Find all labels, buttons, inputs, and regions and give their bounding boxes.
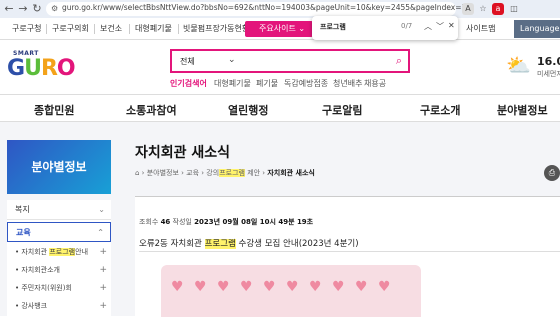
- site-info-icon[interactable]: ⚙: [51, 4, 58, 13]
- find-close-icon[interactable]: ✕: [448, 21, 455, 30]
- keyword-link[interactable]: 독감예방접종: [284, 78, 328, 89]
- main-sites-button[interactable]: 주요사이트 ⌄: [245, 21, 313, 37]
- link-guro-office[interactable]: 구로구청: [12, 23, 41, 34]
- language-button[interactable]: Language: [514, 20, 560, 38]
- forward-icon[interactable]: →: [16, 2, 30, 16]
- plus-icon: +: [99, 265, 107, 275]
- plus-icon: +: [99, 283, 107, 293]
- breadcrumb-item[interactable]: 교육: [186, 169, 199, 177]
- subitem-text: 자치회관: [21, 248, 50, 256]
- date-label: 작성일: [172, 218, 192, 226]
- nav-participation[interactable]: 소통과참여: [126, 102, 177, 118]
- link-bulky-waste[interactable]: 대형폐기물: [135, 23, 172, 34]
- search-icon[interactable]: ⌕: [396, 54, 402, 68]
- post-meta: 조회수 46 작성일 2023년 09월 08일 10시 49분 19초: [139, 217, 313, 227]
- extension-icon[interactable]: a: [492, 3, 504, 15]
- sitemap-link[interactable]: 사이트맵: [466, 23, 495, 34]
- subitem-text: 안내: [75, 248, 89, 256]
- divider: [139, 251, 560, 252]
- sidebar-menu: 복지 ⌄ 교육 ⌃ • 자치회관 프로그램안내 + • 자치회관소개 + • 주…: [7, 200, 111, 316]
- find-match-count: 0/7: [401, 22, 413, 30]
- find-bar: 프로그램 0/7 ︿ ﹀ ✕: [312, 16, 458, 40]
- post-title-text: 수강생 모집 안내(2023년 4분기): [235, 239, 359, 249]
- browser-toolbar: ← → ↻ ⚙ guro.go.kr/www/selectBbsNttView.…: [0, 0, 560, 18]
- weather-cloud-sun-icon: ⛅: [506, 53, 531, 77]
- find-previous-icon[interactable]: ︿: [424, 21, 432, 32]
- views-label: 조회수: [139, 218, 159, 226]
- divider: [129, 24, 130, 34]
- chevron-up-icon: ⌃: [97, 228, 104, 237]
- sidebar-subitem-program[interactable]: • 자치회관 프로그램안내 +: [15, 244, 111, 260]
- sidebar-title: 분야별정보: [7, 140, 111, 194]
- popular-keywords-label: 인기검색어: [170, 79, 207, 88]
- nav-open-admin[interactable]: 열린행정: [228, 102, 268, 118]
- post-date: 2023년 09월 08일 10시 49분 19초: [194, 218, 314, 226]
- address-bar[interactable]: ⚙ guro.go.kr/www/selectBbsNttView.do?bbs…: [46, 2, 466, 16]
- chevron-down-icon: ⌄: [98, 205, 105, 214]
- home-icon[interactable]: ⌂: [135, 169, 139, 177]
- print-icon[interactable]: ⎙: [544, 165, 560, 181]
- find-next-icon[interactable]: ﹀: [436, 21, 444, 32]
- reload-icon[interactable]: ↻: [30, 2, 44, 16]
- search-highlight: 프로그램: [219, 169, 245, 177]
- subitem-text: 주민자치(위원)회: [21, 284, 72, 292]
- bookmark-star-icon[interactable]: ☆: [477, 3, 489, 15]
- find-input[interactable]: 프로그램: [320, 22, 346, 32]
- divider: [94, 24, 95, 34]
- divider: [46, 24, 47, 34]
- search-scope-select[interactable]: 전체: [180, 56, 195, 67]
- nav-field-info[interactable]: 분야별정보: [497, 102, 548, 118]
- subitem-text: 강사뱅크: [21, 302, 48, 310]
- utility-bar: 구로구청 구로구의회 보건소 대형폐기물 빗물펌프장가동현황 주요사이트 ⌄ 사…: [0, 18, 560, 40]
- breadcrumb-item[interactable]: 분야별정보: [147, 169, 179, 177]
- page-title: 자치회관 새소식: [135, 145, 231, 161]
- sidebar-subitem-committee[interactable]: • 주민자치(위원)회 +: [15, 280, 111, 296]
- search-form: 전체 ⌄ ⌕: [170, 49, 410, 73]
- translate-icon[interactable]: A: [462, 3, 474, 15]
- plus-icon: +: [99, 247, 107, 257]
- post-view: 조회수 46 작성일 2023년 09월 08일 10시 49분 19초 오류2…: [135, 196, 560, 317]
- post-image: ♥ ♥ ♥ ♥ ♥ ♥ ♥ ♥ ♥ ♥: [161, 265, 421, 317]
- nav-about-guro[interactable]: 구로소개: [420, 102, 460, 118]
- link-health-center[interactable]: 보건소: [100, 23, 122, 34]
- guro-logo[interactable]: GURO: [7, 56, 76, 81]
- nav-civil-service[interactable]: 종합민원: [34, 102, 74, 118]
- breadcrumb: ⌂ › 분야별정보 › 교육 › 강의프로그램 제안 › 자치회관 새소식: [135, 169, 315, 177]
- keyword-link[interactable]: 채용공: [364, 78, 386, 89]
- post-title-text: 오류2동 자치회관: [139, 239, 205, 249]
- keyword-link[interactable]: 대형폐기물: [214, 78, 251, 89]
- plus-icon: +: [99, 301, 107, 311]
- nav-guro-news[interactable]: 구로알림: [322, 102, 362, 118]
- main-navigation: 종합민원 소통과참여 열린행정 구로알림 구로소개 분야별정보: [0, 94, 560, 122]
- heart-bunting-decoration: ♥ ♥ ♥ ♥ ♥ ♥ ♥ ♥ ♥ ♥: [171, 279, 394, 295]
- keyword-link[interactable]: 폐기물: [256, 78, 278, 89]
- fine-dust-label: 미세먼지: [537, 70, 560, 78]
- sidebar-item-label: 교육: [16, 228, 31, 237]
- weather-temperature: 16.0: [537, 55, 560, 68]
- sidebar-subitem-intro[interactable]: • 자치회관소개 +: [15, 262, 111, 278]
- keyword-link[interactable]: 청년배추: [333, 78, 362, 89]
- subitem-text: 자치회관소개: [21, 266, 60, 274]
- main-sites-label: 주요사이트: [259, 24, 296, 33]
- breadcrumb-current: 자치회관 새소식: [267, 169, 315, 177]
- search-highlight: 프로그램: [49, 248, 76, 256]
- views-count: 46: [160, 218, 171, 226]
- url-text[interactable]: guro.go.kr/www/selectBbsNttView.do?bbsNo…: [62, 3, 466, 12]
- sidebar-item-welfare[interactable]: 복지 ⌄: [7, 200, 111, 220]
- search-highlight: 프로그램: [204, 239, 236, 249]
- breadcrumb-item[interactable]: 제안: [247, 169, 260, 177]
- link-guro-council[interactable]: 구로구의회: [52, 23, 89, 34]
- extensions-puzzle-icon[interactable]: ◫: [508, 3, 520, 15]
- sidebar-item-label: 복지: [15, 205, 30, 214]
- breadcrumb-item[interactable]: 강의: [206, 169, 219, 177]
- post-title: 오류2동 자치회관 프로그램 수강생 모집 안내(2023년 4분기): [139, 237, 359, 249]
- sidebar-item-education[interactable]: 교육 ⌃: [7, 222, 111, 242]
- divider: [178, 24, 179, 34]
- link-pump-status[interactable]: 빗물펌프장가동현황: [183, 23, 249, 34]
- chevron-down-icon[interactable]: ⌄: [228, 55, 236, 65]
- sidebar-subitem-instructor-bank[interactable]: • 강사뱅크 +: [15, 298, 111, 314]
- back-icon[interactable]: ←: [2, 2, 16, 16]
